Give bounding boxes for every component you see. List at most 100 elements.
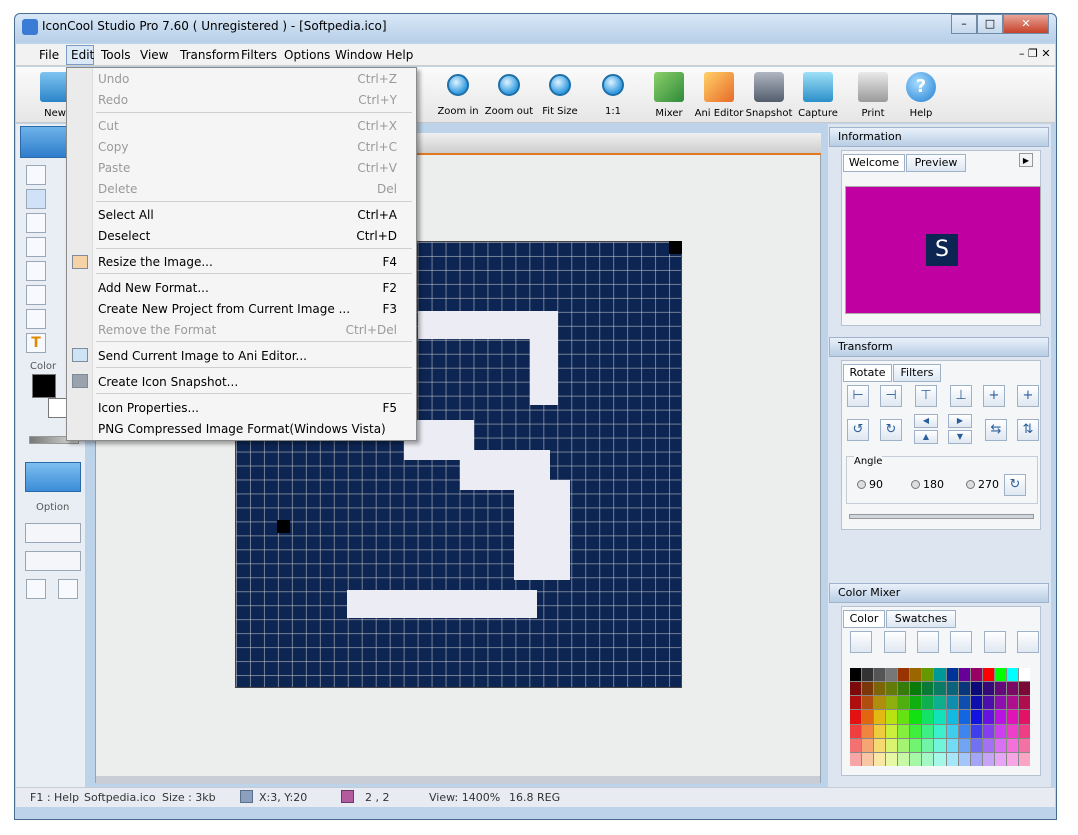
- corner-option[interactable]: [26, 579, 46, 599]
- move-down-icon[interactable]: ▼: [948, 430, 972, 444]
- pencil-tool[interactable]: [26, 213, 46, 233]
- color-swatch[interactable]: [970, 696, 982, 710]
- edit-menu-item[interactable]: Add New Format...: [98, 278, 209, 298]
- menu-filters[interactable]: Filters: [241, 48, 277, 62]
- color-swatch[interactable]: [922, 724, 934, 738]
- color-swatch[interactable]: [862, 710, 874, 724]
- color-swatch[interactable]: [910, 738, 922, 752]
- color-swatch[interactable]: [994, 696, 1006, 710]
- color-swatch[interactable]: [886, 682, 898, 696]
- color-swatch[interactable]: [982, 752, 994, 766]
- tab-filters[interactable]: Filters: [893, 364, 941, 382]
- delete-swatch-icon[interactable]: [984, 631, 1006, 653]
- color-swatch[interactable]: [910, 668, 922, 682]
- color-swatch[interactable]: [1006, 696, 1018, 710]
- color-swatch[interactable]: [1006, 724, 1018, 738]
- color-swatch[interactable]: [946, 724, 958, 738]
- rectangle-tool[interactable]: [26, 237, 46, 257]
- color-swatch[interactable]: [850, 668, 862, 682]
- color-swatch[interactable]: [958, 696, 970, 710]
- color-swatch[interactable]: [982, 696, 994, 710]
- color-swatch[interactable]: [850, 696, 862, 710]
- line-width-option[interactable]: [25, 551, 81, 571]
- menu-options[interactable]: Options: [284, 48, 330, 62]
- color-swatch[interactable]: [970, 752, 982, 766]
- edit-menu-item[interactable]: Select All: [98, 205, 154, 225]
- color-mixer-panel-header[interactable]: Color Mixer: [829, 583, 1049, 603]
- color-swatch[interactable]: [910, 696, 922, 710]
- fill-option[interactable]: [25, 523, 81, 543]
- align-bottom-icon[interactable]: ⊥: [950, 385, 972, 407]
- edit-menu-item[interactable]: PNG Compressed Image Format(Windows Vist…: [98, 419, 386, 439]
- angle-90-radio[interactable]: [857, 480, 866, 489]
- curve-option[interactable]: [58, 579, 78, 599]
- color-swatch[interactable]: [886, 710, 898, 724]
- color-swatch[interactable]: [898, 696, 910, 710]
- color-swatch[interactable]: [946, 682, 958, 696]
- color-swatch[interactable]: [934, 724, 946, 738]
- help-button[interactable]: ? Help: [892, 70, 950, 120]
- text-tool[interactable]: T: [26, 333, 46, 353]
- color-swatch[interactable]: [1018, 668, 1030, 682]
- color-swatch[interactable]: [1006, 682, 1018, 696]
- edit-menu-item[interactable]: Send Current Image to Ani Editor...: [98, 346, 307, 366]
- menu-window[interactable]: Window: [335, 48, 382, 62]
- rotate-right-icon[interactable]: ↻: [880, 419, 902, 441]
- color-swatch[interactable]: [874, 752, 886, 766]
- color-swatch[interactable]: [946, 752, 958, 766]
- tab-welcome[interactable]: Welcome: [843, 154, 905, 172]
- open-swatch-icon[interactable]: [884, 631, 906, 653]
- color-swatch[interactable]: [874, 710, 886, 724]
- one-to-one-button[interactable]: 1:1: [584, 70, 642, 120]
- color-swatch[interactable]: [958, 752, 970, 766]
- edit-menu-item[interactable]: Create Icon Snapshot...: [98, 372, 238, 392]
- color-swatch[interactable]: [994, 710, 1006, 724]
- menu-help[interactable]: Help: [386, 48, 413, 62]
- color-swatch[interactable]: [922, 752, 934, 766]
- swatch-tool-icon[interactable]: [850, 631, 872, 653]
- color-swatch[interactable]: [874, 682, 886, 696]
- color-swatch[interactable]: [958, 668, 970, 682]
- color-swatch[interactable]: [934, 682, 946, 696]
- color-swatch[interactable]: [1006, 710, 1018, 724]
- color-swatch[interactable]: [1018, 696, 1030, 710]
- color-swatch[interactable]: [886, 668, 898, 682]
- align-left-icon[interactable]: ⊢: [847, 385, 869, 407]
- color-swatch[interactable]: [994, 682, 1006, 696]
- eraser-tool[interactable]: [26, 309, 46, 329]
- color-swatch[interactable]: [922, 682, 934, 696]
- color-swatch[interactable]: [886, 724, 898, 738]
- align-top-icon[interactable]: ⊤: [915, 385, 937, 407]
- transform-panel-header[interactable]: Transform: [829, 337, 1049, 357]
- color-swatch[interactable]: [946, 668, 958, 682]
- align-right-icon[interactable]: ⊣: [880, 385, 902, 407]
- color-swatch[interactable]: [922, 738, 934, 752]
- color-swatch[interactable]: [850, 724, 862, 738]
- color-swatch[interactable]: [958, 682, 970, 696]
- color-swatch[interactable]: [982, 682, 994, 696]
- background-color-swatch[interactable]: [48, 398, 68, 418]
- color-swatch[interactable]: [1006, 752, 1018, 766]
- color-swatch[interactable]: [850, 752, 862, 766]
- color-swatch[interactable]: [946, 696, 958, 710]
- color-swatch[interactable]: [922, 696, 934, 710]
- color-swatch[interactable]: [898, 710, 910, 724]
- save-swatch-icon[interactable]: [917, 631, 939, 653]
- color-swatch[interactable]: [970, 724, 982, 738]
- color-swatch[interactable]: [1018, 682, 1030, 696]
- color-swatch[interactable]: [874, 696, 886, 710]
- color-swatch[interactable]: [862, 752, 874, 766]
- capture-button[interactable]: Capture: [789, 70, 847, 120]
- color-swatch[interactable]: [958, 710, 970, 724]
- mdi-controls[interactable]: – ❐ ✕: [1019, 47, 1051, 60]
- color-swatch[interactable]: [922, 668, 934, 682]
- menu-tools[interactable]: Tools: [101, 48, 131, 62]
- swatch-grid[interactable]: [850, 668, 1030, 766]
- color-swatch[interactable]: [862, 668, 874, 682]
- color-swatch[interactable]: [934, 738, 946, 752]
- eyedropper-tool[interactable]: [26, 285, 46, 305]
- menu-file[interactable]: File: [39, 48, 59, 62]
- color-swatch[interactable]: [1006, 738, 1018, 752]
- move-left-icon[interactable]: ◀: [914, 414, 938, 428]
- zoom-out-button[interactable]: Zoom out: [480, 70, 538, 120]
